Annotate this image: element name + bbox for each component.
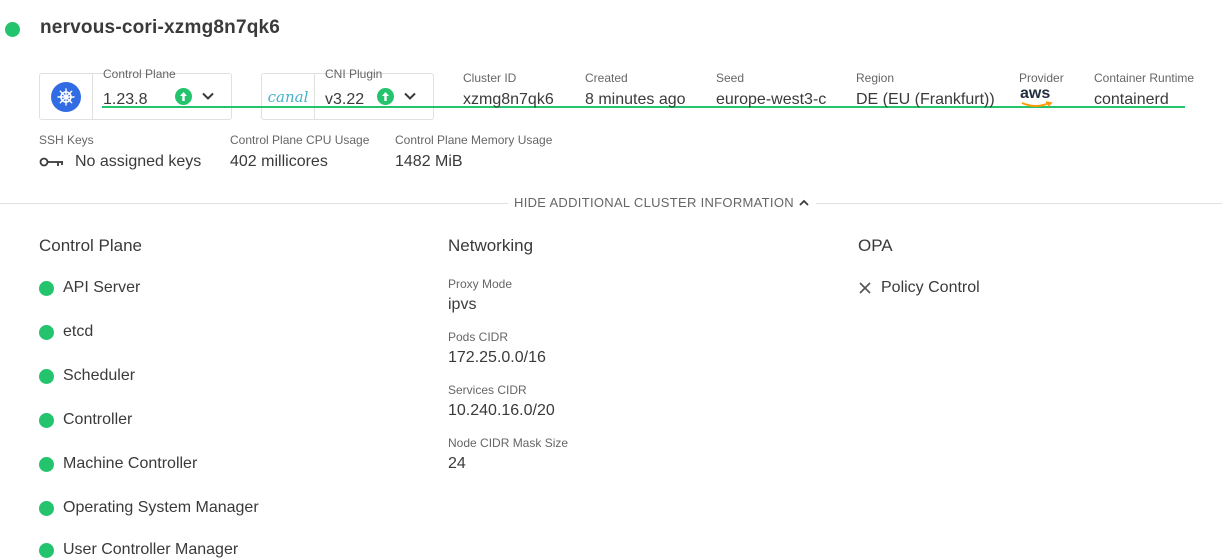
health-item-etcd: etcd bbox=[39, 323, 93, 341]
health-item-label: API Server bbox=[63, 279, 141, 296]
node-cidr-mask-label: Node CIDR Mask Size bbox=[448, 436, 569, 450]
node-cidr-mask-value: 24 bbox=[448, 455, 466, 472]
health-item-label: Controller bbox=[63, 411, 133, 428]
cluster-status-icon bbox=[5, 22, 20, 37]
health-status-icon bbox=[39, 456, 54, 472]
close-icon bbox=[859, 282, 871, 294]
services-cidr-label: Services CIDR bbox=[448, 383, 527, 397]
health-status-icon bbox=[39, 368, 54, 384]
region-value: DE (EU (Frankfurt)) bbox=[856, 91, 995, 108]
health-item-label: Scheduler bbox=[63, 367, 136, 384]
chevron-up-icon bbox=[799, 199, 809, 206]
runtime-value: containerd bbox=[1094, 91, 1169, 108]
seed-label: Seed bbox=[716, 71, 745, 85]
health-item-label: Operating System Manager bbox=[63, 499, 259, 516]
cpu-usage-label: Control Plane CPU Usage bbox=[230, 133, 370, 147]
cpu-usage-value: 402 millicores bbox=[230, 153, 328, 170]
health-item-label: etcd bbox=[63, 323, 94, 340]
key-icon bbox=[39, 155, 65, 174]
provider-label: Provider bbox=[1019, 71, 1064, 85]
health-status-icon bbox=[39, 280, 54, 296]
health-item-operating-system-manager: Operating System Manager bbox=[39, 499, 259, 517]
cni-plugin-label: CNI Plugin bbox=[325, 67, 383, 81]
health-status-icon bbox=[39, 324, 54, 340]
health-item-controller: Controller bbox=[39, 411, 132, 429]
created-label: Created bbox=[585, 71, 628, 85]
proxy-mode-label: Proxy Mode bbox=[448, 277, 513, 291]
hide-additional-info-label: HIDE ADDITIONAL CLUSTER INFORMATION bbox=[514, 195, 794, 210]
cni-plugin-box[interactable]: canal CNI Plugin v3.22 bbox=[261, 67, 434, 120]
ssh-keys-value: No assigned keys bbox=[75, 153, 202, 170]
opa-section-title: OPA bbox=[858, 236, 893, 255]
opa-item-label: Policy Control bbox=[881, 279, 980, 296]
cluster-id-label: Cluster ID bbox=[463, 71, 517, 85]
health-item-user-controller-manager: User Controller Manager bbox=[39, 541, 238, 559]
upgrade-available-icon[interactable] bbox=[175, 88, 192, 105]
opa-item-policy-control: Policy Control bbox=[858, 279, 980, 297]
kubernetes-logo bbox=[40, 74, 93, 119]
runtime-label: Container Runtime bbox=[1094, 71, 1195, 85]
health-item-api-server: API Server bbox=[39, 279, 140, 297]
health-item-label: Machine Controller bbox=[63, 455, 198, 472]
memory-usage-value: 1482 MiB bbox=[395, 153, 463, 170]
kubernetes-icon bbox=[51, 81, 81, 112]
canal-logo-text: canal bbox=[267, 87, 309, 106]
health-status-icon bbox=[39, 542, 54, 558]
aws-logo: aws bbox=[1019, 85, 1055, 111]
memory-usage-label: Control Plane Memory Usage bbox=[395, 133, 553, 147]
control-plane-section-title: Control Plane bbox=[39, 236, 143, 255]
control-plane-version-box[interactable]: Control Plane 1.23.8 bbox=[39, 67, 232, 120]
ssh-keys-label: SSH Keys bbox=[39, 133, 94, 147]
proxy-mode-value: ipvs bbox=[448, 296, 477, 313]
hide-additional-info-button[interactable]: HIDE ADDITIONAL CLUSTER INFORMATION bbox=[508, 195, 816, 210]
networking-section-title: Networking bbox=[448, 236, 534, 255]
services-cidr-value: 10.240.16.0/20 bbox=[448, 402, 555, 419]
cluster-name: nervous-cori-xzmg8n7qk6 bbox=[40, 17, 281, 38]
upgrade-available-icon[interactable] bbox=[377, 88, 394, 105]
pods-cidr-label: Pods CIDR bbox=[448, 330, 509, 344]
created-value: 8 minutes ago bbox=[585, 91, 686, 108]
seed-value: europe-west3-c bbox=[716, 91, 827, 108]
health-item-machine-controller: Machine Controller bbox=[39, 455, 197, 473]
health-status-icon bbox=[39, 500, 54, 516]
cluster-id-value: xzmg8n7qk6 bbox=[463, 91, 554, 108]
health-item-label: User Controller Manager bbox=[63, 541, 239, 558]
region-label: Region bbox=[856, 71, 895, 85]
health-status-icon bbox=[39, 412, 54, 428]
canal-logo: canal bbox=[262, 74, 315, 119]
control-plane-label: Control Plane bbox=[103, 67, 176, 81]
pods-cidr-value: 172.25.0.0/16 bbox=[448, 349, 546, 366]
health-item-scheduler: Scheduler bbox=[39, 367, 135, 385]
